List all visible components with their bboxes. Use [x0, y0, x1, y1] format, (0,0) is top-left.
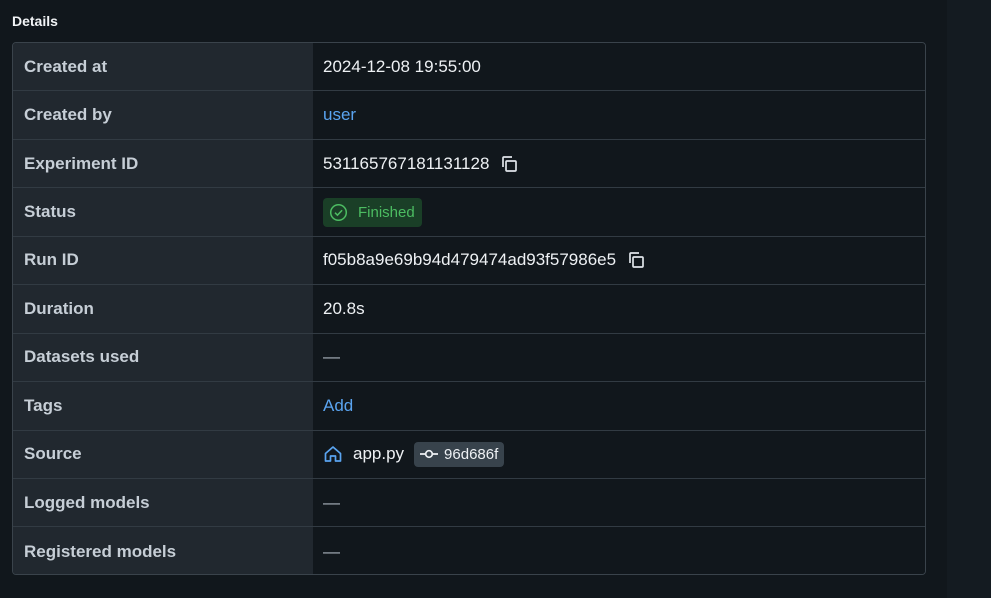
row-label: Logged models: [13, 478, 313, 527]
run-id-value: f05b8a9e69b94d479474ad93f57986e5: [323, 250, 617, 270]
check-circle-icon: [329, 203, 348, 222]
source-cell: app.py 96d686f: [313, 430, 925, 478]
add-tag-link[interactable]: Add: [323, 396, 353, 416]
commit-hash: 96d686f: [444, 445, 499, 463]
status-text: Finished: [358, 203, 415, 221]
row-source: Source app.py 96d686f: [13, 430, 925, 479]
row-label: Experiment ID: [13, 139, 313, 188]
status-badge: Finished: [323, 197, 422, 227]
row-registered-models: Registered models —: [13, 527, 925, 574]
duration-value: 20.8s: [313, 285, 925, 333]
git-commit-icon: [419, 447, 439, 461]
row-experiment-id: Experiment ID 531165767181131128: [13, 139, 925, 189]
row-run-id: Run ID f05b8a9e69b94d479474ad93f57986e5: [13, 236, 925, 286]
row-label: Registered models: [13, 527, 313, 574]
row-created-by: Created by user: [13, 91, 925, 140]
row-label: Status: [13, 188, 313, 236]
commit-badge[interactable]: 96d686f: [414, 441, 505, 467]
run-id-cell: f05b8a9e69b94d479474ad93f57986e5: [313, 236, 925, 285]
experiment-id-cell: 531165767181131128: [313, 139, 925, 188]
datasets-used-value: —: [313, 333, 925, 382]
copy-icon[interactable]: [499, 154, 519, 174]
row-logged-models: Logged models —: [13, 478, 925, 528]
created-by-cell: user: [313, 91, 925, 139]
right-panel-strip: [947, 0, 991, 598]
row-label: Created by: [13, 91, 313, 139]
registered-models-value: —: [313, 527, 925, 574]
row-label: Duration: [13, 285, 313, 333]
row-tags: Tags Add: [13, 382, 925, 431]
row-label: Tags: [13, 382, 313, 430]
row-label: Created at: [13, 43, 313, 91]
tags-cell: Add: [313, 382, 925, 430]
status-cell: Finished: [313, 188, 925, 236]
row-duration: Duration 20.8s: [13, 285, 925, 334]
created-by-link[interactable]: user: [323, 105, 356, 125]
experiment-id-value: 531165767181131128: [323, 153, 490, 173]
source-file-link[interactable]: app.py: [353, 444, 404, 464]
created-at-value: 2024-12-08 19:55:00: [313, 43, 925, 91]
row-status: Status Finished: [13, 188, 925, 237]
section-title: Details: [12, 13, 58, 29]
row-label: Datasets used: [13, 333, 313, 382]
home-icon: [323, 444, 343, 464]
run-details-page: Details Created at 2024-12-08 19:55:00 C…: [0, 0, 991, 598]
logged-models-value: —: [313, 478, 925, 527]
row-created-at: Created at 2024-12-08 19:55:00: [13, 43, 925, 92]
row-label: Run ID: [13, 236, 313, 285]
details-table: Created at 2024-12-08 19:55:00 Created b…: [12, 42, 926, 575]
row-datasets-used: Datasets used —: [13, 333, 925, 383]
row-label: Source: [13, 430, 313, 478]
copy-icon[interactable]: [626, 250, 646, 270]
